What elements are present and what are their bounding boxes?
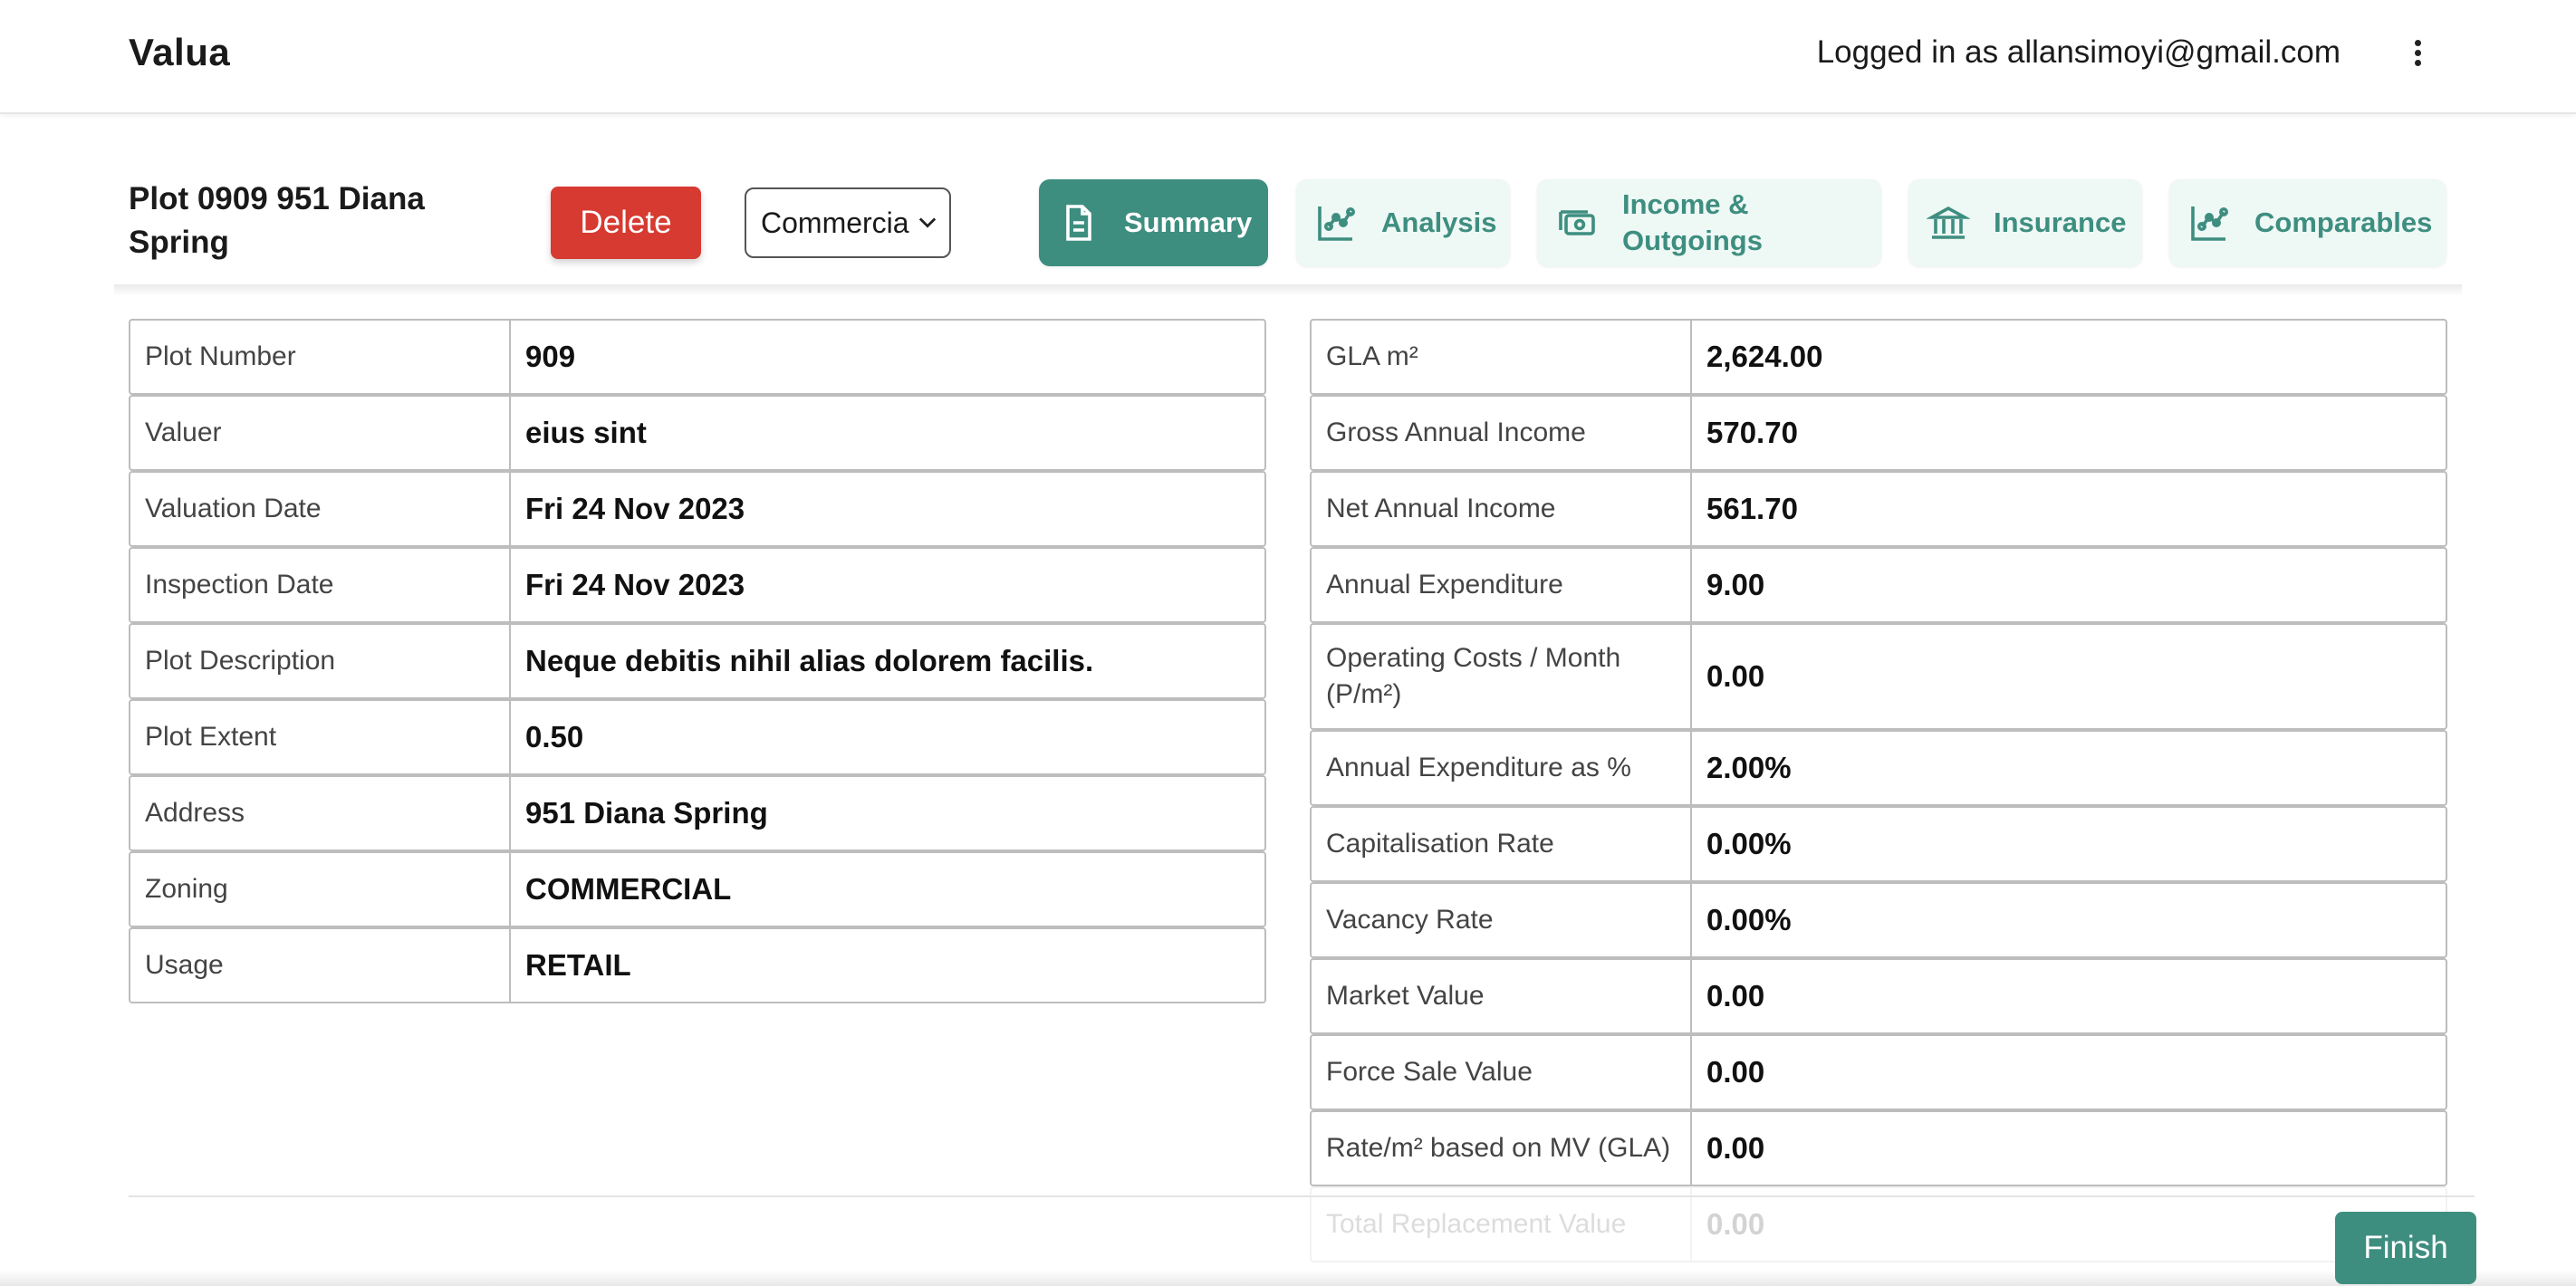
bank-icon <box>1927 206 1970 239</box>
tab-analysis[interactable]: Analysis <box>1296 179 1510 266</box>
table-row: Inspection Date Fri 24 Nov 2023 <box>129 547 1266 623</box>
document-icon <box>1066 205 1091 241</box>
cash-icon <box>1559 210 1595 235</box>
field-value: 0.00 <box>1706 1207 1765 1241</box>
field-label: Annual Expenditure as % <box>1312 732 1692 804</box>
field-value: Neque debitis nihil alias dolorem facili… <box>525 644 1094 677</box>
property-category-select[interactable]: Commercia <box>745 187 951 258</box>
delete-button[interactable]: Delete <box>551 187 701 259</box>
plot-title: Plot 0909 951 Diana Spring <box>129 181 425 260</box>
tab-income-outgoings[interactable]: Income & Outgoings <box>1537 179 1881 266</box>
top-app-bar: Valua Logged in as allansimoyi@gmail.com <box>0 0 2576 114</box>
field-label: Total Replacement Value <box>1312 1188 1692 1261</box>
table-row: Usage RETAIL <box>129 927 1266 1003</box>
table-row: Plot Extent 0.50 <box>129 699 1266 775</box>
field-label: Valuer <box>130 397 511 469</box>
table-row: Rate/m² based on MV (GLA) 0.00 <box>1310 1110 2447 1186</box>
tab-insurance[interactable]: Insurance <box>1908 179 2142 266</box>
table-row: Force Sale Value 0.00 <box>1310 1034 2447 1110</box>
table-row: Address 951 Diana Spring <box>129 775 1266 851</box>
field-value: Fri 24 Nov 2023 <box>525 492 745 525</box>
field-value: 0.50 <box>525 720 584 753</box>
table-row: Capitalisation Rate 0.00% <box>1310 806 2447 882</box>
field-value: 0.00 <box>1706 1055 1765 1089</box>
field-value: 0.00% <box>1706 827 1792 860</box>
field-label: Address <box>130 777 511 849</box>
field-label: Force Sale Value <box>1312 1036 1692 1108</box>
field-label: Inspection Date <box>130 549 511 621</box>
table-row: Zoning COMMERCIAL <box>129 851 1266 927</box>
table-row: Market Value 0.00 <box>1310 958 2447 1034</box>
table-row: Operating Costs / Month (P/m²) 0.00 <box>1310 623 2447 730</box>
field-label: Market Value <box>1312 960 1692 1032</box>
table-row: GLA m² 2,624.00 <box>1310 319 2447 395</box>
field-label: Vacancy Rate <box>1312 884 1692 956</box>
table-row: Total Replacement Value 0.00 <box>1310 1186 2447 1262</box>
field-value: 9.00 <box>1706 568 1765 601</box>
tab-comparables[interactable]: Comparables <box>2169 179 2446 266</box>
property-category-value: Commercia <box>761 206 909 239</box>
field-label: Operating Costs / Month (P/m²) <box>1312 625 1692 728</box>
logged-in-user-text: Logged in as allansimoyi@gmail.com <box>1816 34 2341 70</box>
field-value: 909 <box>525 340 576 373</box>
app-brand: Valua <box>129 31 231 73</box>
footer-divider <box>129 1195 2475 1197</box>
field-label: Usage <box>130 929 511 1002</box>
tab-label: Summary <box>1124 206 1253 238</box>
table-row: Annual Expenditure as % 2.00% <box>1310 730 2447 806</box>
field-value: 561.70 <box>1706 492 1798 525</box>
field-value: 951 Diana Spring <box>525 796 768 830</box>
field-label: Net Annual Income <box>1312 473 1692 545</box>
table-row: Plot Description Neque debitis nihil ali… <box>129 623 1266 699</box>
field-value: 0.00 <box>1706 659 1765 693</box>
table-row: Net Annual Income 561.70 <box>1310 471 2447 547</box>
field-label: Zoning <box>130 853 511 926</box>
table-row: Vacancy Rate 0.00% <box>1310 882 2447 958</box>
kebab-menu-icon[interactable] <box>2407 36 2428 72</box>
field-value: 2,624.00 <box>1706 340 1823 373</box>
finish-button[interactable]: Finish <box>2335 1212 2476 1284</box>
field-value: 0.00 <box>1706 979 1765 1012</box>
toolbar-divider <box>114 284 2462 295</box>
field-value: eius sint <box>525 416 647 449</box>
field-label: Valuation Date <box>130 473 511 545</box>
table-row: Gross Annual Income 570.70 <box>1310 395 2447 471</box>
table-row: Valuer eius sint <box>129 395 1266 471</box>
table-row: Valuation Date Fri 24 Nov 2023 <box>129 471 1266 547</box>
field-value: RETAIL <box>525 948 631 982</box>
field-value: 0.00 <box>1706 1131 1765 1165</box>
field-label: Rate/m² based on MV (GLA) <box>1312 1112 1692 1185</box>
field-label: Plot Number <box>130 321 511 393</box>
chevron-down-icon <box>918 217 937 228</box>
tab-label: Income & Outgoings <box>1622 188 1763 256</box>
tab-label: Analysis <box>1381 206 1497 238</box>
field-label: Gross Annual Income <box>1312 397 1692 469</box>
chart-icon <box>2191 206 2228 241</box>
field-label: Plot Extent <box>130 701 511 773</box>
field-label: GLA m² <box>1312 321 1692 393</box>
field-value: 2.00% <box>1706 751 1792 784</box>
tab-summary[interactable]: Summary <box>1039 179 1268 266</box>
field-label: Capitalisation Rate <box>1312 808 1692 880</box>
footer-shadow <box>0 1270 2576 1286</box>
field-value: Fri 24 Nov 2023 <box>525 568 745 601</box>
tab-label: Insurance <box>1994 206 2127 238</box>
field-label: Plot Description <box>130 625 511 697</box>
tab-label: Comparables <box>2254 206 2433 238</box>
field-value: 570.70 <box>1706 416 1798 449</box>
field-value: 0.00% <box>1706 903 1792 936</box>
field-value: COMMERCIAL <box>525 872 732 906</box>
field-label: Annual Expenditure <box>1312 549 1692 621</box>
table-row: Plot Number 909 <box>129 319 1266 395</box>
table-row: Annual Expenditure 9.00 <box>1310 547 2447 623</box>
chart-icon <box>1318 206 1355 241</box>
